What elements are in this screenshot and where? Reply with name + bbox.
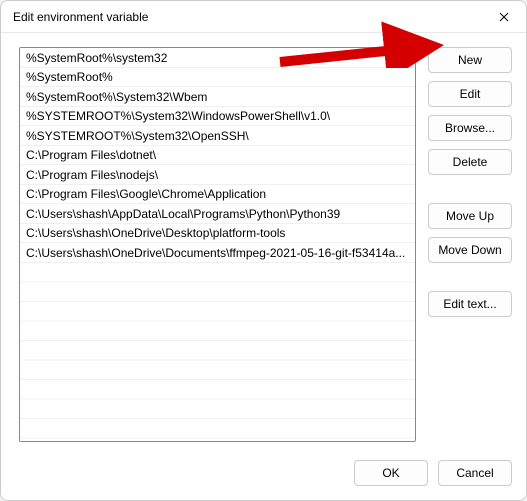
list-item[interactable]: C:\Program Files\Google\Chrome\Applicati…: [20, 185, 415, 205]
list-item[interactable]: %SYSTEMROOT%\System32\WindowsPowerShell\…: [20, 107, 415, 127]
list-empty-area: [20, 263, 415, 442]
list-item[interactable]: %SYSTEMROOT%\System32\OpenSSH\: [20, 126, 415, 146]
list-item[interactable]: C:\Users\shash\OneDrive\Documents\ffmpeg…: [20, 243, 415, 263]
window-title: Edit environment variable: [13, 10, 148, 24]
titlebar: Edit environment variable: [1, 1, 526, 33]
cancel-button[interactable]: Cancel: [438, 460, 512, 486]
delete-button[interactable]: Delete: [428, 149, 512, 175]
list-item[interactable]: C:\Users\shash\AppData\Local\Programs\Py…: [20, 204, 415, 224]
list-item[interactable]: %SystemRoot%\System32\Wbem: [20, 87, 415, 107]
edit-button[interactable]: Edit: [428, 81, 512, 107]
list-item[interactable]: %SystemRoot%\system32: [20, 48, 415, 68]
dialog-content: %SystemRoot%\system32%SystemRoot%%System…: [1, 33, 526, 500]
button-column: New Edit Browse... Delete Move Up Move D…: [428, 47, 512, 442]
browse-button[interactable]: Browse...: [428, 115, 512, 141]
close-icon: [499, 12, 509, 22]
list-item[interactable]: C:\Program Files\dotnet\: [20, 146, 415, 166]
ok-button[interactable]: OK: [354, 460, 428, 486]
list-item[interactable]: C:\Users\shash\OneDrive\Desktop\platform…: [20, 224, 415, 244]
move-up-button[interactable]: Move Up: [428, 203, 512, 229]
move-down-button[interactable]: Move Down: [428, 237, 512, 263]
close-button[interactable]: [482, 1, 526, 33]
list-item[interactable]: %SystemRoot%: [20, 68, 415, 88]
edit-text-button[interactable]: Edit text...: [428, 291, 512, 317]
bottom-button-row: OK Cancel: [19, 442, 512, 486]
new-button[interactable]: New: [428, 47, 512, 73]
dialog-window: Edit environment variable %SystemRoot%\s…: [0, 0, 527, 501]
path-list[interactable]: %SystemRoot%\system32%SystemRoot%%System…: [19, 47, 416, 442]
list-item[interactable]: C:\Program Files\nodejs\: [20, 165, 415, 185]
